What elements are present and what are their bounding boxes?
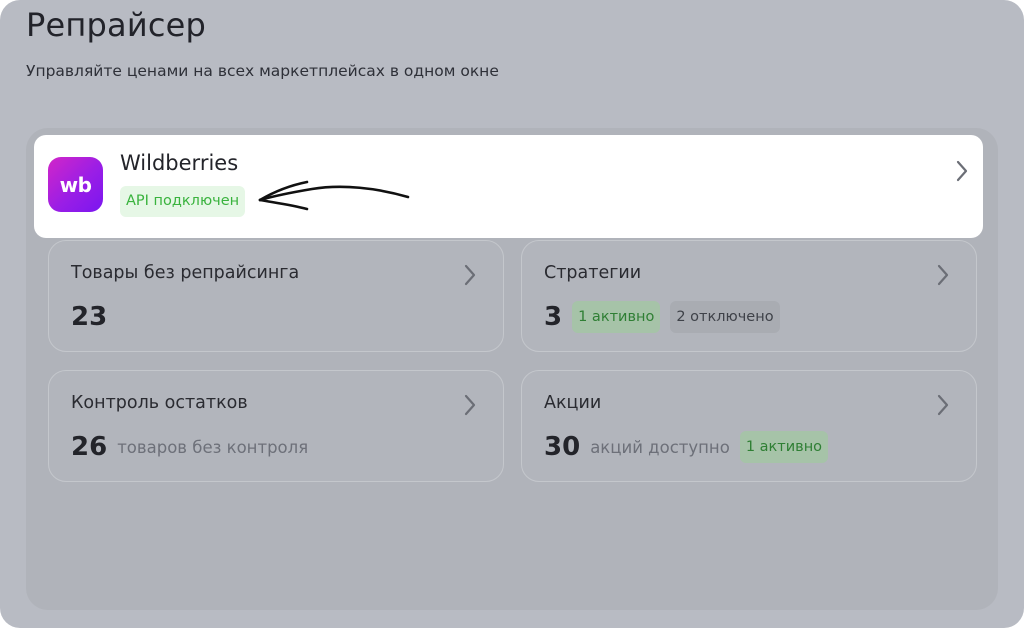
hand-drawn-arrow-icon	[258, 180, 410, 211]
tile-strategies[interactable]: Стратегии 3 1 активно 2 отключено	[521, 240, 977, 352]
products-count: 23	[71, 302, 108, 332]
marketplace-name: Wildberries	[120, 151, 239, 175]
stock-note: товаров без контроля	[117, 437, 309, 457]
tile-promos[interactable]: Акции 30 акций доступно 1 активно	[521, 370, 977, 482]
active-promos-badge: 1 активно	[739, 431, 829, 463]
tile-title: Стратегии	[544, 263, 642, 283]
tile-stock-control[interactable]: Контроль остатков 26 товаров без контрол…	[48, 370, 504, 482]
strategies-count: 3	[544, 302, 563, 332]
repricer-screen: Репрайсер Управляйте ценами на всех марк…	[0, 0, 1024, 628]
page-title: Репрайсер	[26, 6, 207, 44]
chevron-right-icon	[464, 394, 476, 416]
active-strategies-badge: 1 активно	[572, 301, 661, 333]
api-status-badge: API подключен	[120, 186, 246, 217]
chevron-right-icon	[956, 160, 968, 182]
promos-note: акций доступно	[590, 437, 730, 457]
page-subtitle: Управляйте ценами на всех маркетплейсах …	[26, 62, 499, 80]
wildberries-logo: wb	[48, 157, 103, 212]
tile-products-without-repricing[interactable]: Товары без репрайсинга 23	[48, 240, 504, 352]
chevron-right-icon	[464, 264, 476, 286]
chevron-right-icon	[937, 394, 949, 416]
chevron-right-icon	[937, 264, 949, 286]
tile-title: Контроль остатков	[71, 393, 248, 413]
promos-count: 30	[544, 432, 581, 462]
stock-count: 26	[71, 432, 108, 462]
marketplace-card-wildberries[interactable]: wb Wildberries API подключен	[34, 135, 983, 238]
tile-title: Товары без репрайсинга	[71, 263, 300, 283]
disabled-strategies-badge: 2 отключено	[670, 301, 780, 333]
tile-title: Акции	[544, 393, 602, 413]
